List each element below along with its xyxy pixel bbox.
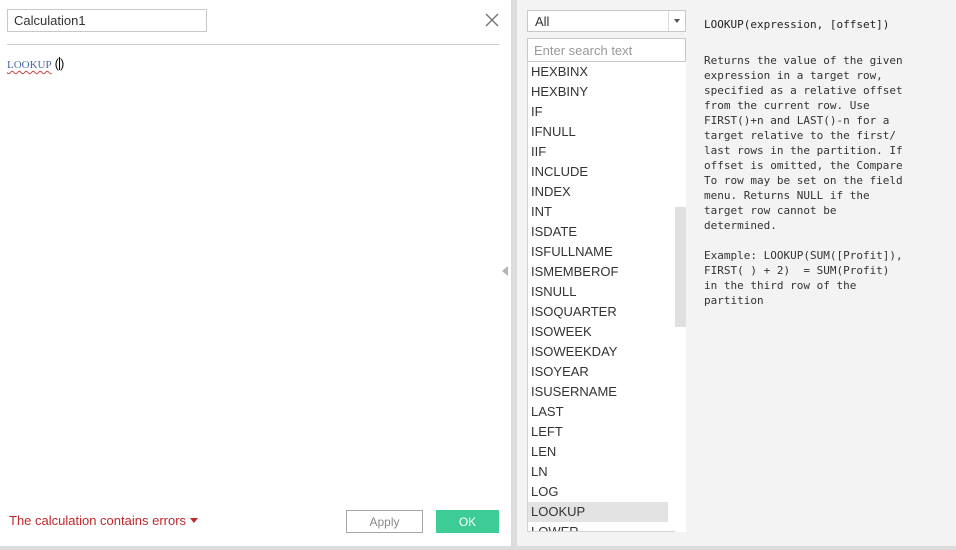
header-divider (7, 44, 499, 45)
ok-button[interactable]: OK (436, 510, 499, 533)
function-item[interactable]: LEN (528, 442, 685, 462)
example-line: partition (704, 294, 764, 307)
function-item[interactable]: ISOWEEKDAY (528, 342, 685, 362)
function-item[interactable]: LEFT (528, 422, 685, 442)
function-item[interactable]: ISDATE (528, 222, 685, 242)
apply-button[interactable]: Apply (346, 510, 423, 533)
function-example: Example: LOOKUP(SUM([Profit]), FIRST( ) … (704, 248, 949, 308)
close-button[interactable] (483, 11, 501, 29)
description-line: from the current row. Use (704, 99, 870, 112)
description-line: expression in a target row, (704, 69, 883, 82)
function-item[interactable]: LOWER (528, 522, 685, 531)
function-item[interactable]: INT (528, 202, 685, 222)
function-item[interactable]: INCLUDE (528, 162, 685, 182)
caret-down-icon (190, 518, 199, 523)
description-line: To row may be set on the field (704, 174, 903, 187)
collapse-arrow-icon[interactable] (502, 266, 508, 276)
function-item[interactable]: IFNULL (528, 122, 685, 142)
function-item[interactable]: ISUSERNAME (528, 382, 685, 402)
description-line: specified as a relative offset (704, 84, 903, 97)
function-item[interactable]: ISMEMBEROF (528, 262, 685, 282)
function-category-value: All (535, 14, 550, 29)
formula-editor[interactable]: LOOKUP () (7, 56, 499, 496)
example-line: Example: LOOKUP(SUM([Profit]), (704, 249, 903, 262)
description-line: Returns the value of the given (704, 54, 903, 67)
scrollbar-thumb[interactable] (675, 207, 686, 327)
description-line: target relative to the first/ (704, 129, 897, 142)
function-item[interactable]: IF (528, 102, 685, 122)
function-item[interactable]: IIF (528, 142, 685, 162)
description-line: target row cannot be (704, 204, 837, 217)
function-item-selected[interactable]: LOOKUP (528, 502, 668, 522)
function-item[interactable]: HEXBINY (528, 82, 685, 102)
description-line: last rows in the partition. If (704, 144, 903, 157)
calculation-editor-pane: LOOKUP () The calculation contains error… (0, 0, 511, 546)
function-list-scrollbar[interactable] (675, 62, 686, 532)
function-list[interactable]: HEXBINX HEXBINY IF IFNULL IIF INCLUDE IN… (527, 62, 686, 532)
function-item[interactable]: ISNULL (528, 282, 685, 302)
close-icon (485, 13, 499, 27)
description-line: FIRST()+n and LAST()-n for a (704, 114, 890, 127)
description-line: offset is omitted, the Compare (704, 159, 903, 172)
function-item[interactable]: LAST (528, 402, 685, 422)
calculation-name-field[interactable] (7, 9, 207, 32)
function-category-select[interactable]: All (527, 10, 686, 32)
chevron-down-icon (674, 19, 680, 23)
formula-function-keyword: LOOKUP (7, 59, 52, 71)
error-status-dropdown[interactable]: The calculation contains errors (9, 513, 199, 528)
formula-close-paren: ) (59, 56, 65, 71)
dropdown-button[interactable] (668, 11, 685, 31)
example-line: FIRST( ) + 2) = SUM(Profit) (704, 264, 890, 277)
function-item[interactable]: ISOYEAR (528, 362, 685, 382)
function-item[interactable]: LOG (528, 482, 685, 502)
function-item[interactable]: ISFULLNAME (528, 242, 685, 262)
function-item[interactable]: ISOQUARTER (528, 302, 685, 322)
function-item[interactable]: LN (528, 462, 685, 482)
bottom-border (0, 546, 956, 550)
error-status-text: The calculation contains errors (9, 513, 187, 528)
formula-line[interactable]: LOOKUP () (7, 56, 499, 73)
function-item[interactable]: ISOWEEK (528, 322, 685, 342)
function-item[interactable]: HEXBINX (528, 62, 685, 82)
example-line: in the third row of the (704, 279, 857, 292)
function-signature: LOOKUP(expression, [offset]) (704, 18, 890, 31)
description-line: menu. Returns NULL if the (704, 189, 870, 202)
description-line: determined. (704, 219, 777, 232)
function-search-input[interactable] (527, 38, 686, 62)
function-description: Returns the value of the given expressio… (704, 53, 949, 233)
function-item[interactable]: INDEX (528, 182, 685, 202)
